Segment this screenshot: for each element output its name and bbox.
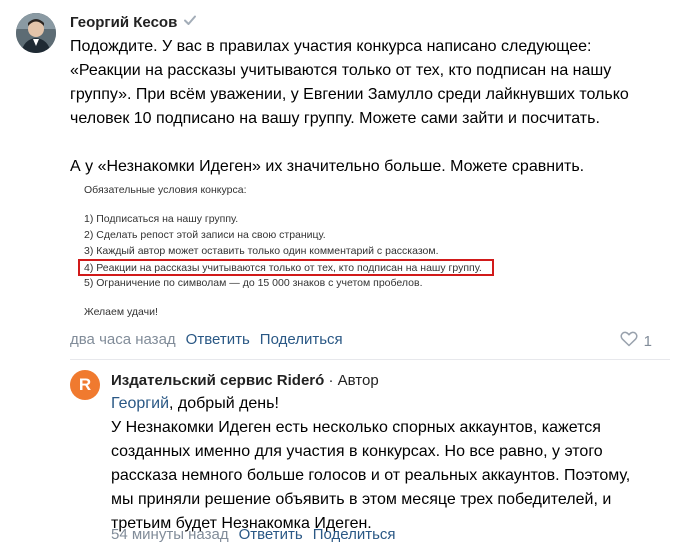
author-name[interactable]: Издательский сервис Rideró	[111, 372, 324, 389]
comment-text: Подождите. У вас в правилах участия конк…	[70, 35, 670, 179]
heart-icon	[620, 331, 638, 351]
attachment-item: 3) Каждый автор может оставить только од…	[84, 245, 439, 257]
attached-image[interactable]: Обязательные условия конкурса: 1) Подпис…	[70, 178, 590, 318]
divider	[70, 359, 670, 360]
comment-time[interactable]: два часа назад	[70, 331, 176, 348]
share-button[interactable]: Поделиться	[260, 331, 343, 348]
avatar[interactable]: R	[70, 370, 100, 400]
attachment-item: 1) Подписаться на нашу группу.	[84, 213, 239, 225]
comment-line: человек 10 подписано на вашу группу. Мож…	[70, 110, 600, 127]
comment-meta: два часа назад Ответить Поделиться	[70, 331, 343, 348]
reply-line: мы приняли решение объявить в этом месяц…	[111, 491, 612, 508]
reply-button[interactable]: Ответить	[239, 526, 303, 543]
like-button[interactable]: 1	[620, 331, 652, 351]
attachment-item-highlighted: 4) Реакции на рассказы учитываются тольк…	[84, 262, 482, 274]
reply-author: Издательский сервис Rideró · Автор	[111, 372, 379, 389]
attachment-item: 5) Ограничение по символам — до 15 000 з…	[84, 277, 423, 289]
share-button[interactable]: Поделиться	[313, 526, 396, 543]
mention-link[interactable]: Георгий	[111, 395, 169, 412]
author-name[interactable]: Георгий Кесов	[70, 14, 177, 31]
reply-line: созданных именно для участия в конкурсах…	[111, 443, 603, 460]
comment-line: А у «Незнакомки Идеген» их значительно б…	[70, 158, 585, 175]
comment-line: Подождите. У вас в правилах участия конк…	[70, 38, 592, 55]
reply-line: рассказа немного больше голосов и от реа…	[111, 467, 631, 484]
attachment-footer: Желаем удачи!	[84, 306, 158, 318]
attachment-heading: Обязательные условия конкурса:	[84, 184, 247, 196]
comment-line: «Реакции на рассказы учитываются только …	[70, 62, 612, 79]
avatar[interactable]	[16, 13, 56, 53]
reply-meta: 54 минуты назад Ответить Поделиться	[111, 526, 396, 543]
reply-time[interactable]: 54 минуты назад	[111, 526, 229, 543]
reply-line: Георгий, добрый день!	[111, 395, 279, 412]
reply-line: У Незнакомки Идеген есть несколько спорн…	[111, 419, 601, 436]
verified-check-icon	[183, 13, 197, 31]
author-role: · Автор	[324, 372, 379, 389]
like-count: 1	[643, 332, 652, 350]
comment-author[interactable]: Георгий Кесов	[70, 13, 197, 31]
comment-line: группу». При всём уважении, у Евгении За…	[70, 86, 629, 103]
attachment-item: 2) Сделать репост этой записи на свою ст…	[84, 229, 326, 241]
avatar-letter: R	[78, 375, 92, 394]
reply-button[interactable]: Ответить	[186, 331, 250, 348]
reply-text: Георгий, добрый день! У Незнакомки Идеге…	[111, 392, 671, 536]
